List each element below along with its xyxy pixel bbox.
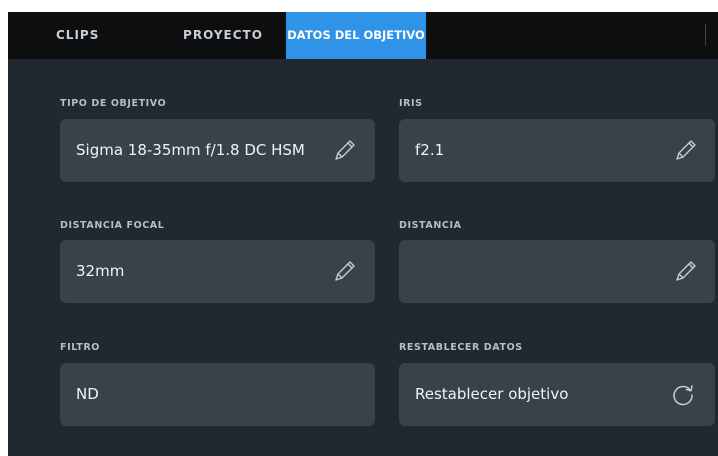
tab-divider (705, 24, 706, 46)
pencil-icon (335, 261, 355, 281)
lens-type-value: Sigma 18-35mm f/1.8 DC HSM (76, 141, 305, 159)
pencil-icon (335, 140, 355, 160)
reset-data-label: RESTABLECER DATOS (399, 342, 523, 353)
distance-label: DISTANCIA (399, 220, 462, 231)
tab-proyecto[interactable]: PROYECTO (168, 12, 278, 59)
focal-length-field[interactable]: 32mm (60, 240, 375, 303)
reset-icon (673, 385, 693, 406)
lens-data-screen: CLIPS PROYECTO DATOS DEL OBJETIVO TIPO D… (8, 12, 718, 456)
focal-length-value: 32mm (76, 262, 125, 280)
pencil-icon (676, 140, 696, 160)
filter-label: FILTRO (60, 342, 100, 353)
iris-label: IRIS (399, 98, 423, 109)
filter-field[interactable]: ND (60, 363, 375, 426)
distance-field[interactable] (399, 240, 715, 303)
iris-field[interactable]: f2.1 (399, 119, 715, 182)
lens-type-field[interactable]: Sigma 18-35mm f/1.8 DC HSM (60, 119, 375, 182)
lens-type-label: TIPO DE OBJETIVO (60, 98, 167, 109)
pencil-icon (676, 261, 696, 281)
tab-datos-del-objetivo[interactable]: DATOS DEL OBJETIVO (286, 12, 426, 59)
reset-lens-button[interactable]: Restablecer objetivo (399, 363, 715, 426)
tab-clips[interactable]: CLIPS (28, 12, 118, 59)
filter-value: ND (76, 385, 99, 403)
tab-bar: CLIPS PROYECTO DATOS DEL OBJETIVO (8, 12, 718, 59)
focal-length-label: DISTANCIA FOCAL (60, 220, 165, 231)
iris-value: f2.1 (415, 141, 445, 159)
reset-lens-label: Restablecer objetivo (415, 385, 569, 403)
